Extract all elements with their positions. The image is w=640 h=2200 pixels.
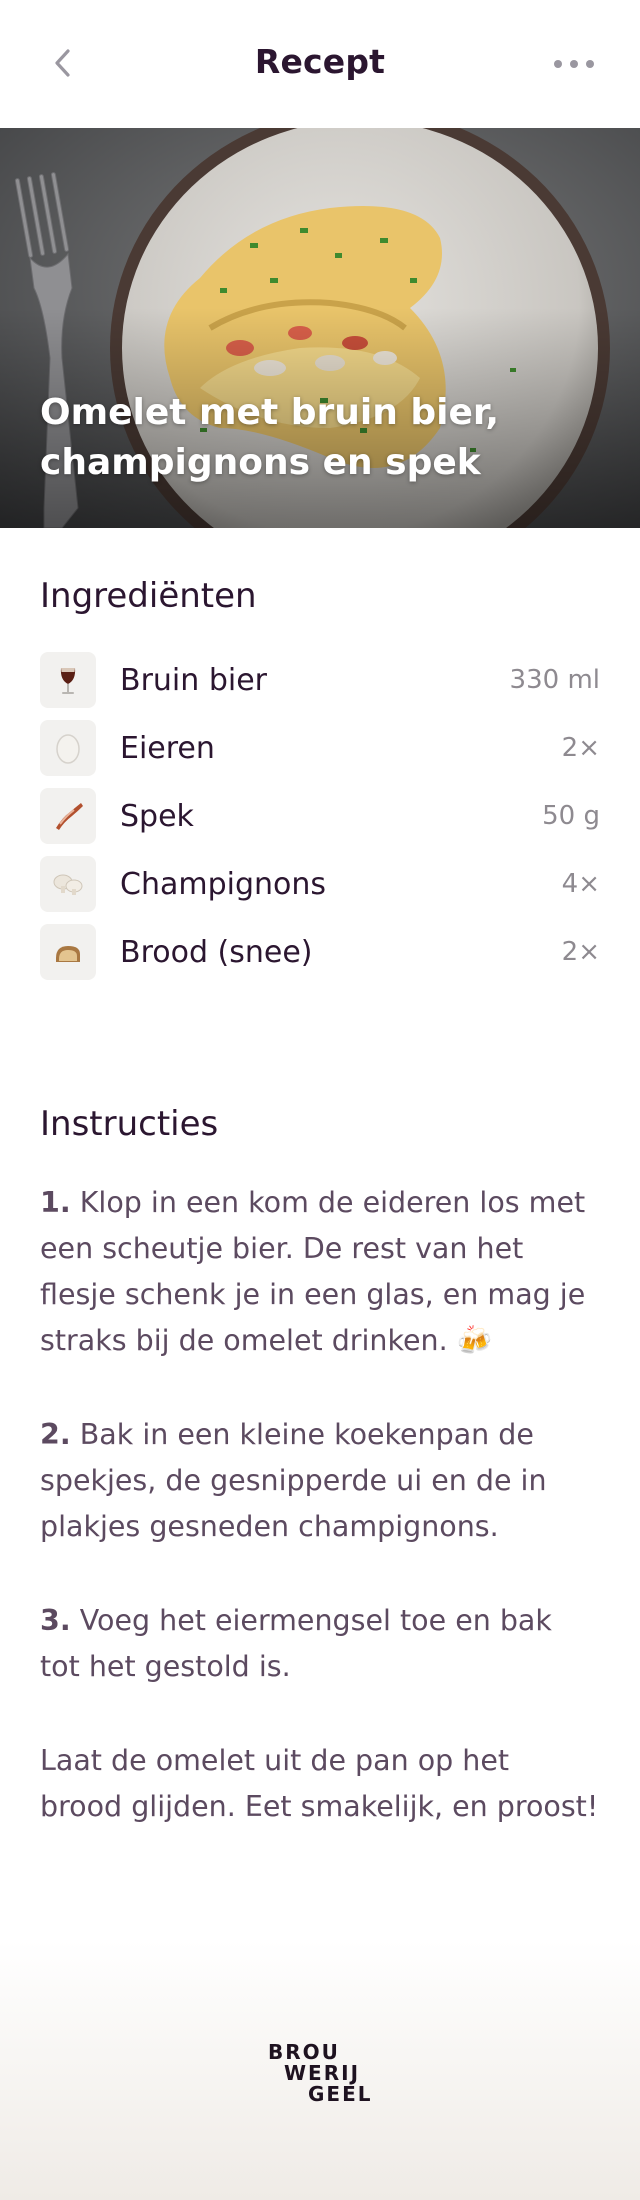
brewery-logo: BROU WERIJ GEEL [268, 2042, 372, 2108]
ingredient-item: Eieren 2× [40, 720, 600, 776]
bread-icon [40, 924, 96, 980]
ingredient-list: Bruin bier 330 ml Eieren 2× Spek 50 g Ch… [40, 652, 600, 992]
step-text: Klop in een kom de eideren los met een s… [40, 1186, 586, 1357]
top-bar: Recept [0, 0, 640, 128]
mushroom-icon [40, 856, 96, 912]
closing-text: Laat de omelet uit de pan op het brood g… [40, 1744, 599, 1823]
logo-line: WERIJ [284, 2061, 361, 2085]
logo-line: GEEL [308, 2082, 373, 2106]
ingredient-quantity: 2× [561, 937, 600, 967]
instruction-step: 1. Klop in een kom de eideren los met ee… [40, 1180, 600, 1364]
ingredient-quantity: 2× [561, 733, 600, 763]
ingredient-item: Brood (snee) 2× [40, 924, 600, 980]
bacon-icon [40, 788, 96, 844]
ingredient-item: Spek 50 g [40, 788, 600, 844]
chevron-left-icon [55, 49, 70, 77]
recipe-page: Recept Omelet met bruin bier, champignon… [0, 0, 640, 2200]
ingredient-item: Bruin bier 330 ml [40, 652, 600, 708]
step-number: 1. [40, 1186, 71, 1219]
ingredient-quantity: 4× [561, 869, 600, 899]
ingredient-name: Bruin bier [120, 662, 267, 698]
egg-icon [40, 720, 96, 776]
beer-glass-icon [40, 652, 96, 708]
more-options-button[interactable] [552, 46, 596, 82]
ingredient-item: Champignons 4× [40, 856, 600, 912]
recipe-title: Omelet met bruin bier, champignons en sp… [40, 392, 500, 483]
step-number: 2. [40, 1418, 71, 1451]
step-number: 3. [40, 1604, 71, 1637]
step-text: Voeg het eiermengsel toe en bak tot het … [40, 1604, 552, 1683]
page-title: Recept [254, 42, 386, 81]
ingredient-name: Eieren [120, 730, 215, 766]
back-button[interactable] [44, 42, 88, 86]
logo-line: BROU [268, 2040, 340, 2064]
ingredients-heading: Ingrediënten [40, 576, 257, 616]
ingredient-quantity: 50 g [542, 801, 600, 831]
step-text: Bak in een kleine koekenpan de spekjes, … [40, 1418, 547, 1543]
hero-image: Omelet met bruin bier, champignons en sp… [0, 128, 640, 528]
ingredient-name: Brood (snee) [120, 934, 313, 970]
instruction-step: 2. Bak in een kleine koekenpan de spekje… [40, 1412, 600, 1550]
ingredient-name: Champignons [120, 866, 327, 902]
ingredient-name: Spek [120, 798, 194, 834]
instructions-heading: Instructies [40, 1104, 219, 1144]
more-dots-icon [554, 60, 594, 68]
ingredient-quantity: 330 ml [509, 665, 600, 695]
instruction-step: 3. Voeg het eiermengsel toe en bak tot h… [40, 1598, 600, 1690]
